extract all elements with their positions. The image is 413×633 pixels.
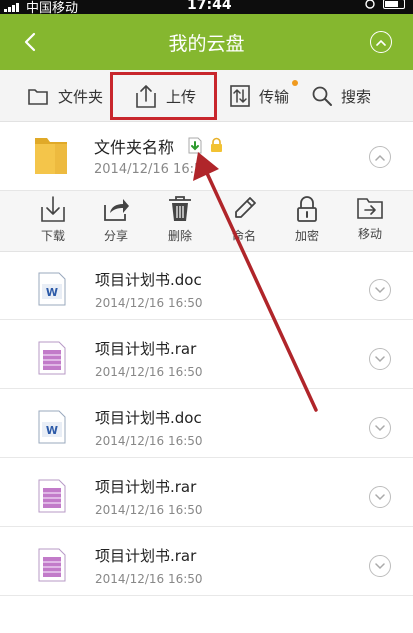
rename-button[interactable]: 命名 (218, 195, 270, 249)
search-label: 搜索 (341, 87, 372, 106)
file-date: 2014/12/16 16:50 (95, 296, 203, 310)
folder-actions: 下载 分享 删除 命名 加密 移动 (0, 190, 413, 252)
rar-archive-icon (38, 341, 66, 375)
share-label: 分享 (103, 229, 128, 243)
chevron-down-icon (375, 355, 385, 362)
collapse-button[interactable] (370, 31, 392, 53)
transfer-label: 传输 (259, 87, 290, 106)
chevron-down-icon (375, 562, 385, 569)
file-expand-button[interactable] (369, 348, 391, 370)
file-date: 2014/12/16 16:50 (95, 365, 203, 379)
encrypt-label: 加密 (294, 229, 319, 243)
rar-archive-icon (38, 548, 66, 582)
folder-name: 文件夹名称 (94, 138, 175, 157)
transfer-badge-dot (292, 80, 298, 86)
file-date: 2014/12/16 16:50 (95, 572, 203, 586)
rar-archive-icon (38, 479, 66, 513)
pencil-icon (235, 197, 256, 218)
alarm-icon (365, 0, 375, 9)
download-button[interactable]: 下载 (27, 195, 79, 249)
word-doc-icon: W (38, 410, 66, 444)
page-title: 我的云盘 (168, 33, 245, 55)
upload-button[interactable]: 上传 (134, 70, 196, 122)
share-icon (104, 199, 129, 221)
file-expand-button[interactable] (369, 279, 391, 301)
transfer-icon (230, 85, 250, 107)
search-button[interactable]: 搜索 (311, 70, 371, 122)
file-date: 2014/12/16 16:50 (95, 503, 203, 517)
svg-text:W: W (46, 286, 58, 299)
lock-icon (297, 196, 317, 222)
chevron-down-icon (375, 286, 385, 293)
battery-icon (383, 0, 405, 9)
toolbar: 文件夹 上传 传输 搜索 (0, 70, 413, 122)
move-button[interactable]: 移动 (344, 195, 396, 249)
file-row[interactable]: 项目计划书.rar 2014/12/16 16:50 (0, 327, 413, 389)
title-bar: 我的云盘 (0, 14, 413, 70)
new-folder-button[interactable]: 文件夹 (26, 70, 103, 122)
file-name: 项目计划书.doc (95, 271, 202, 289)
file-name: 项目计划书.doc (95, 409, 202, 427)
move-folder-icon (357, 198, 383, 219)
move-label: 移动 (357, 227, 382, 241)
file-date: 2014/12/16 16:50 (95, 434, 203, 448)
lock-icon (211, 137, 222, 152)
file-row[interactable]: W 项目计划书.doc 2014/12/16 16:50 (0, 396, 413, 458)
delete-label: 删除 (167, 229, 192, 243)
file-name: 项目计划书.rar (95, 547, 197, 565)
file-name: 项目计划书.rar (95, 340, 197, 358)
folder-row[interactable]: 文件夹名称 2014/12/16 16:50 (0, 122, 413, 190)
upload-label: 上传 (166, 87, 197, 106)
chevron-up-icon (376, 39, 386, 46)
transfer-button[interactable]: 传输 (229, 70, 289, 122)
chevron-down-icon (375, 493, 385, 500)
file-name: 项目计划书.rar (95, 478, 197, 496)
download-label: 下载 (40, 229, 65, 243)
file-expand-button[interactable] (369, 417, 391, 439)
file-expand-button[interactable] (369, 486, 391, 508)
folder-plus-icon (28, 89, 48, 105)
encrypt-button[interactable]: 加密 (281, 195, 333, 249)
file-expand-button[interactable] (369, 555, 391, 577)
download-icon (41, 196, 65, 222)
download-status-icon (188, 137, 202, 154)
file-row[interactable]: W 项目计划书.doc 2014/12/16 16:50 (0, 258, 413, 320)
rename-label: 命名 (231, 229, 256, 243)
folder-date: 2014/12/16 16:50 (94, 162, 211, 177)
upload-icon (136, 85, 156, 108)
folder-icon (35, 138, 67, 174)
carrier-name: 中国移动 (26, 1, 79, 14)
file-row[interactable]: 项目计划书.rar 2014/12/16 16:50 (0, 465, 413, 527)
word-doc-icon: W (38, 272, 66, 306)
share-button[interactable]: 分享 (90, 195, 142, 249)
chevron-down-icon (375, 424, 385, 431)
delete-button[interactable]: 删除 (154, 195, 206, 249)
signal-icon (4, 2, 19, 12)
clock: 17:44 (187, 0, 232, 13)
file-row[interactable]: 项目计划书.rar 2014/12/16 16:50 (0, 534, 413, 596)
status-bar: 中国移动 17:44 (0, 0, 413, 14)
chevron-up-icon (375, 154, 385, 161)
search-icon (312, 86, 332, 106)
trash-icon (169, 196, 191, 221)
folder-collapse-button[interactable] (369, 146, 391, 168)
svg-text:W: W (46, 424, 58, 437)
new-folder-label: 文件夹 (58, 87, 104, 106)
